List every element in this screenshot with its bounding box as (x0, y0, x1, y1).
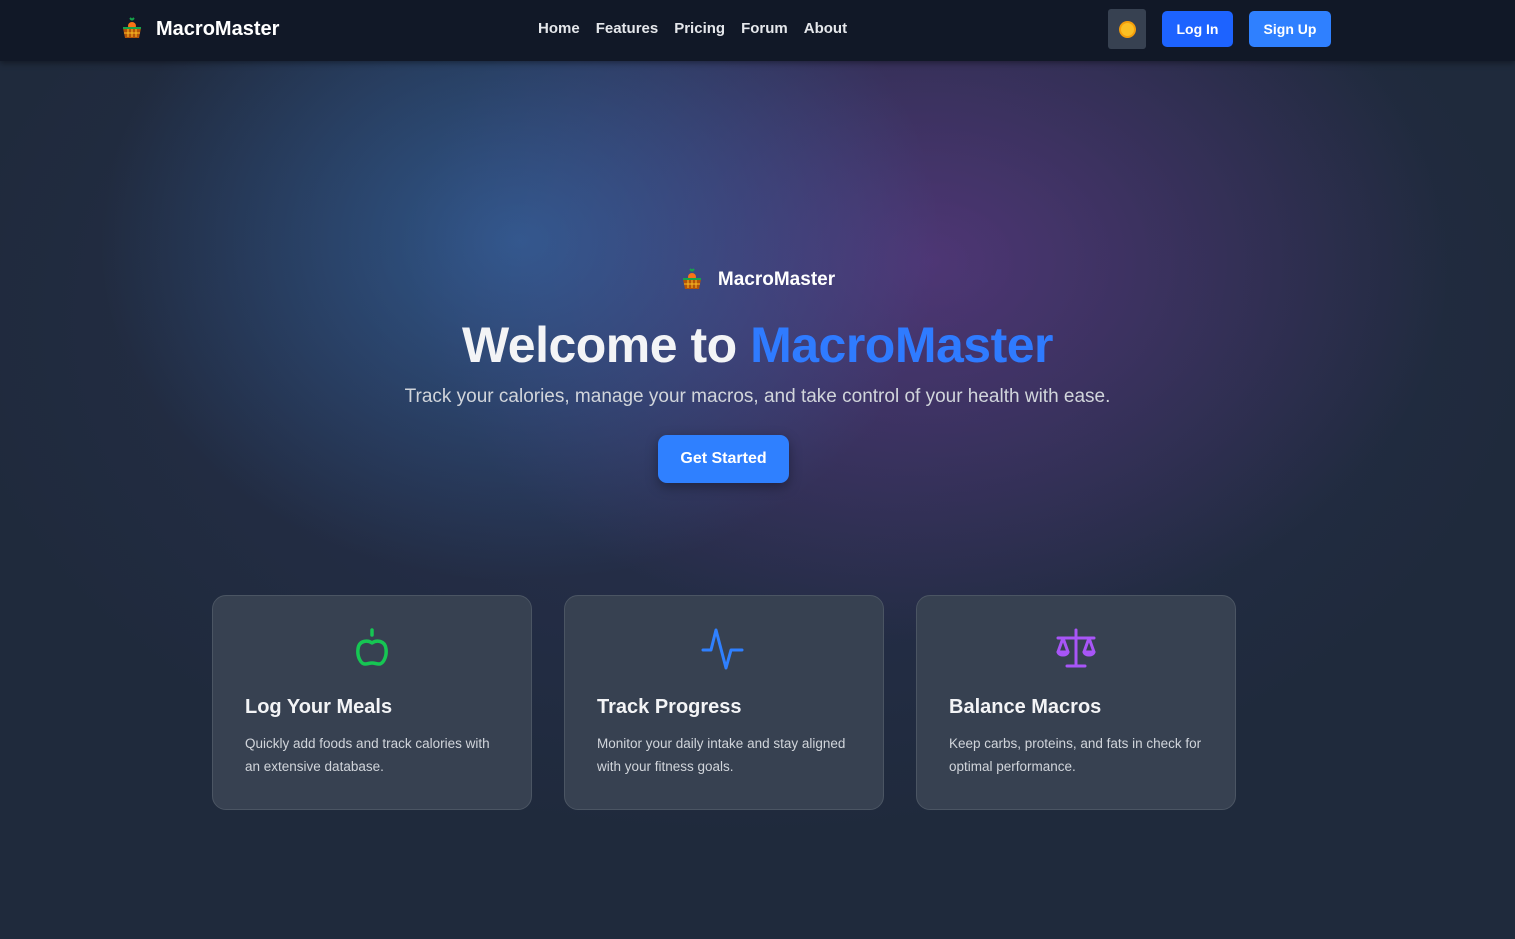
scale-icon (1056, 628, 1096, 668)
feature-text: Monitor your daily intake and stay align… (597, 736, 846, 774)
hero-title-prefix: Welcome to (461, 317, 751, 373)
get-started-button[interactable]: Get Started (658, 435, 789, 483)
feature-title: Log Your Meals (245, 696, 393, 718)
nav-features[interactable]: Features (596, 20, 659, 37)
hero-title-accent: MacroMaster (750, 317, 1054, 373)
hero-title: Welcome to MacroMaster (0, 316, 1515, 374)
apple-icon (356, 628, 388, 666)
top-nav: MacroMaster Home Features Pricing Forum … (0, 0, 1515, 61)
nav-pricing[interactable]: Pricing (674, 20, 725, 37)
hero-brand-name: MacroMaster (717, 269, 836, 290)
brand-link[interactable]: MacroMaster (120, 17, 279, 41)
login-button[interactable]: Log In (1162, 11, 1233, 47)
feature-title: Balance Macros (949, 696, 1102, 718)
sun-icon (1120, 22, 1134, 36)
feature-text: Quickly add foods and track calories wit… (245, 736, 490, 774)
feature-text: Keep carbs, proteins, and fats in check … (949, 736, 1202, 774)
signup-button[interactable]: Sign Up (1249, 11, 1331, 47)
nav-forum[interactable]: Forum (741, 20, 788, 37)
activity-icon (701, 628, 744, 670)
hero-tagline: Track your calories, manage your macros,… (404, 386, 1111, 407)
feature-title: Track Progress (597, 696, 742, 718)
feature-card-log-meals: Log Your Meals Quickly add foods and tra… (212, 595, 532, 810)
feature-card-balance-macros: Balance Macros Keep carbs, proteins, and… (916, 595, 1236, 810)
feature-card-track-progress: Track Progress Monitor your daily intake… (564, 595, 884, 810)
nav-home[interactable]: Home (538, 20, 580, 37)
brand-name: MacroMaster (156, 17, 280, 40)
basket-logo-icon (682, 268, 701, 289)
basket-logo-icon (123, 17, 141, 38)
hero-brand: MacroMaster (0, 268, 1515, 292)
nav-about[interactable]: About (804, 20, 847, 37)
theme-toggle-button[interactable] (1108, 9, 1146, 49)
